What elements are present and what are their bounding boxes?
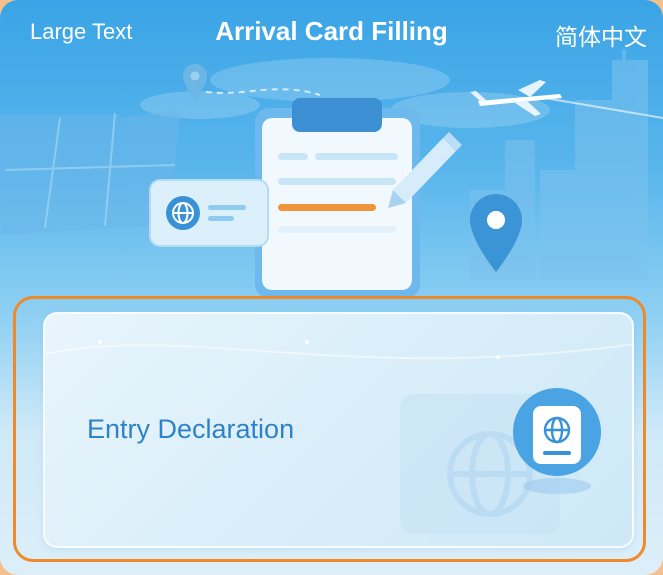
- entry-declaration-card[interactable]: Entry Declaration: [43, 312, 634, 548]
- entry-declaration-label: Entry Declaration: [87, 414, 295, 444]
- hero-illustration: [0, 50, 663, 298]
- app-screen: Large Text Arrival Card Filling 简体中文 Ent…: [0, 0, 663, 575]
- globe-card-icon: [149, 179, 269, 247]
- header-bar: Large Text Arrival Card Filling 简体中文: [0, 0, 663, 64]
- language-switch[interactable]: 简体中文: [555, 18, 647, 52]
